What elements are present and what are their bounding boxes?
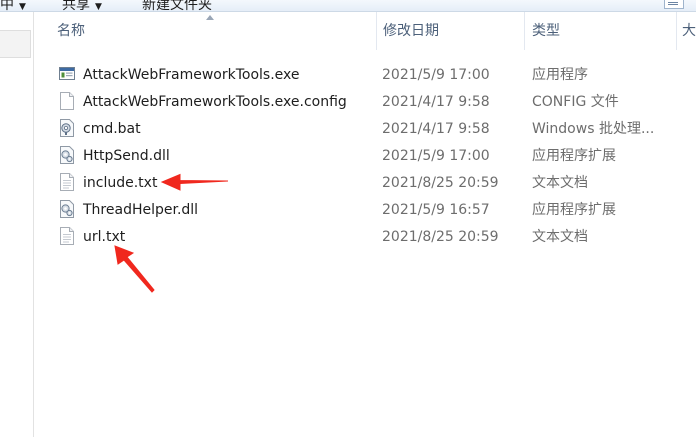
annotation-layer [114,173,229,293]
red-arrow-annotation [114,245,155,293]
red-arrow-annotation [160,173,229,191]
